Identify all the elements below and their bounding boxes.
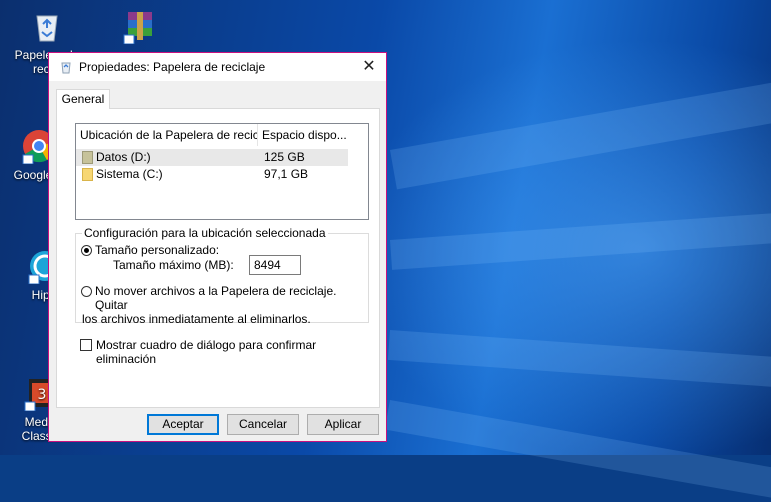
max-size-input[interactable]: 8494 (249, 255, 301, 275)
selected-location-settings-group: Configuración para la ubicación seleccio… (75, 226, 369, 326)
apply-button[interactable]: Aplicar (307, 414, 379, 435)
recycle-bin-icon (59, 60, 73, 74)
list-header: Ubicación de la Papelera de reciclaje Es… (76, 124, 368, 146)
recycle-bin-locations-list[interactable]: Ubicación de la Papelera de reciclaje Es… (75, 123, 369, 220)
confirm-delete-label[interactable]: Mostrar cuadro de diálogo para confirmar… (96, 338, 379, 366)
confirm-delete-checkbox[interactable] (80, 339, 92, 351)
winrar-icon (122, 8, 158, 45)
light-beam (390, 77, 771, 190)
list-item[interactable]: Sistema (C:) 97,1 GB (76, 166, 348, 183)
location-name: Sistema (C:) (96, 167, 163, 181)
free-space: 125 GB (264, 150, 305, 164)
group-legend: Configuración para la ubicación seleccio… (82, 226, 328, 240)
close-icon: ✕ (362, 58, 376, 75)
no-move-label-line2: los archivos inmediatamente al eliminarl… (82, 312, 311, 326)
light-beam (384, 400, 771, 502)
column-header-location[interactable]: Ubicación de la Papelera de reciclaje (76, 124, 258, 146)
desktop-icon-winrar[interactable] (110, 8, 170, 48)
custom-size-radio[interactable] (81, 245, 92, 256)
general-tab-panel: Ubicación de la Papelera de reciclaje Es… (56, 108, 380, 408)
recycle-bin-icon (29, 8, 65, 44)
light-beam (390, 210, 771, 270)
custom-size-label[interactable]: Tamaño personalizado: (95, 243, 219, 257)
window-title: Propiedades: Papelera de reciclaje (79, 60, 266, 74)
drive-icon (82, 168, 93, 181)
location-name: Datos (D:) (96, 150, 151, 164)
recycle-bin-properties-dialog: Propiedades: Papelera de reciclaje ✕ Gen… (48, 52, 387, 442)
no-move-radio[interactable] (81, 286, 92, 297)
cancel-button[interactable]: Cancelar (227, 414, 299, 435)
max-size-label: Tamaño máximo (MB): (113, 258, 234, 272)
light-beam (387, 330, 771, 390)
no-move-label-line1: No mover archivos a la Papelera de recic… (95, 284, 337, 312)
svg-text:3: 3 (38, 387, 47, 403)
close-button[interactable]: ✕ (352, 53, 386, 81)
free-space: 97,1 GB (264, 167, 309, 181)
list-item[interactable]: Datos (D:) 125 GB (76, 149, 348, 166)
ok-button[interactable]: Aceptar (147, 414, 219, 435)
title-bar[interactable]: Propiedades: Papelera de reciclaje ✕ (49, 53, 386, 81)
tab-general[interactable]: General (56, 89, 110, 109)
no-move-label[interactable]: No mover archivos a la Papelera de recic… (82, 284, 368, 326)
column-header-free-space[interactable]: Espacio dispo... (258, 124, 348, 146)
drive-icon (82, 151, 93, 164)
